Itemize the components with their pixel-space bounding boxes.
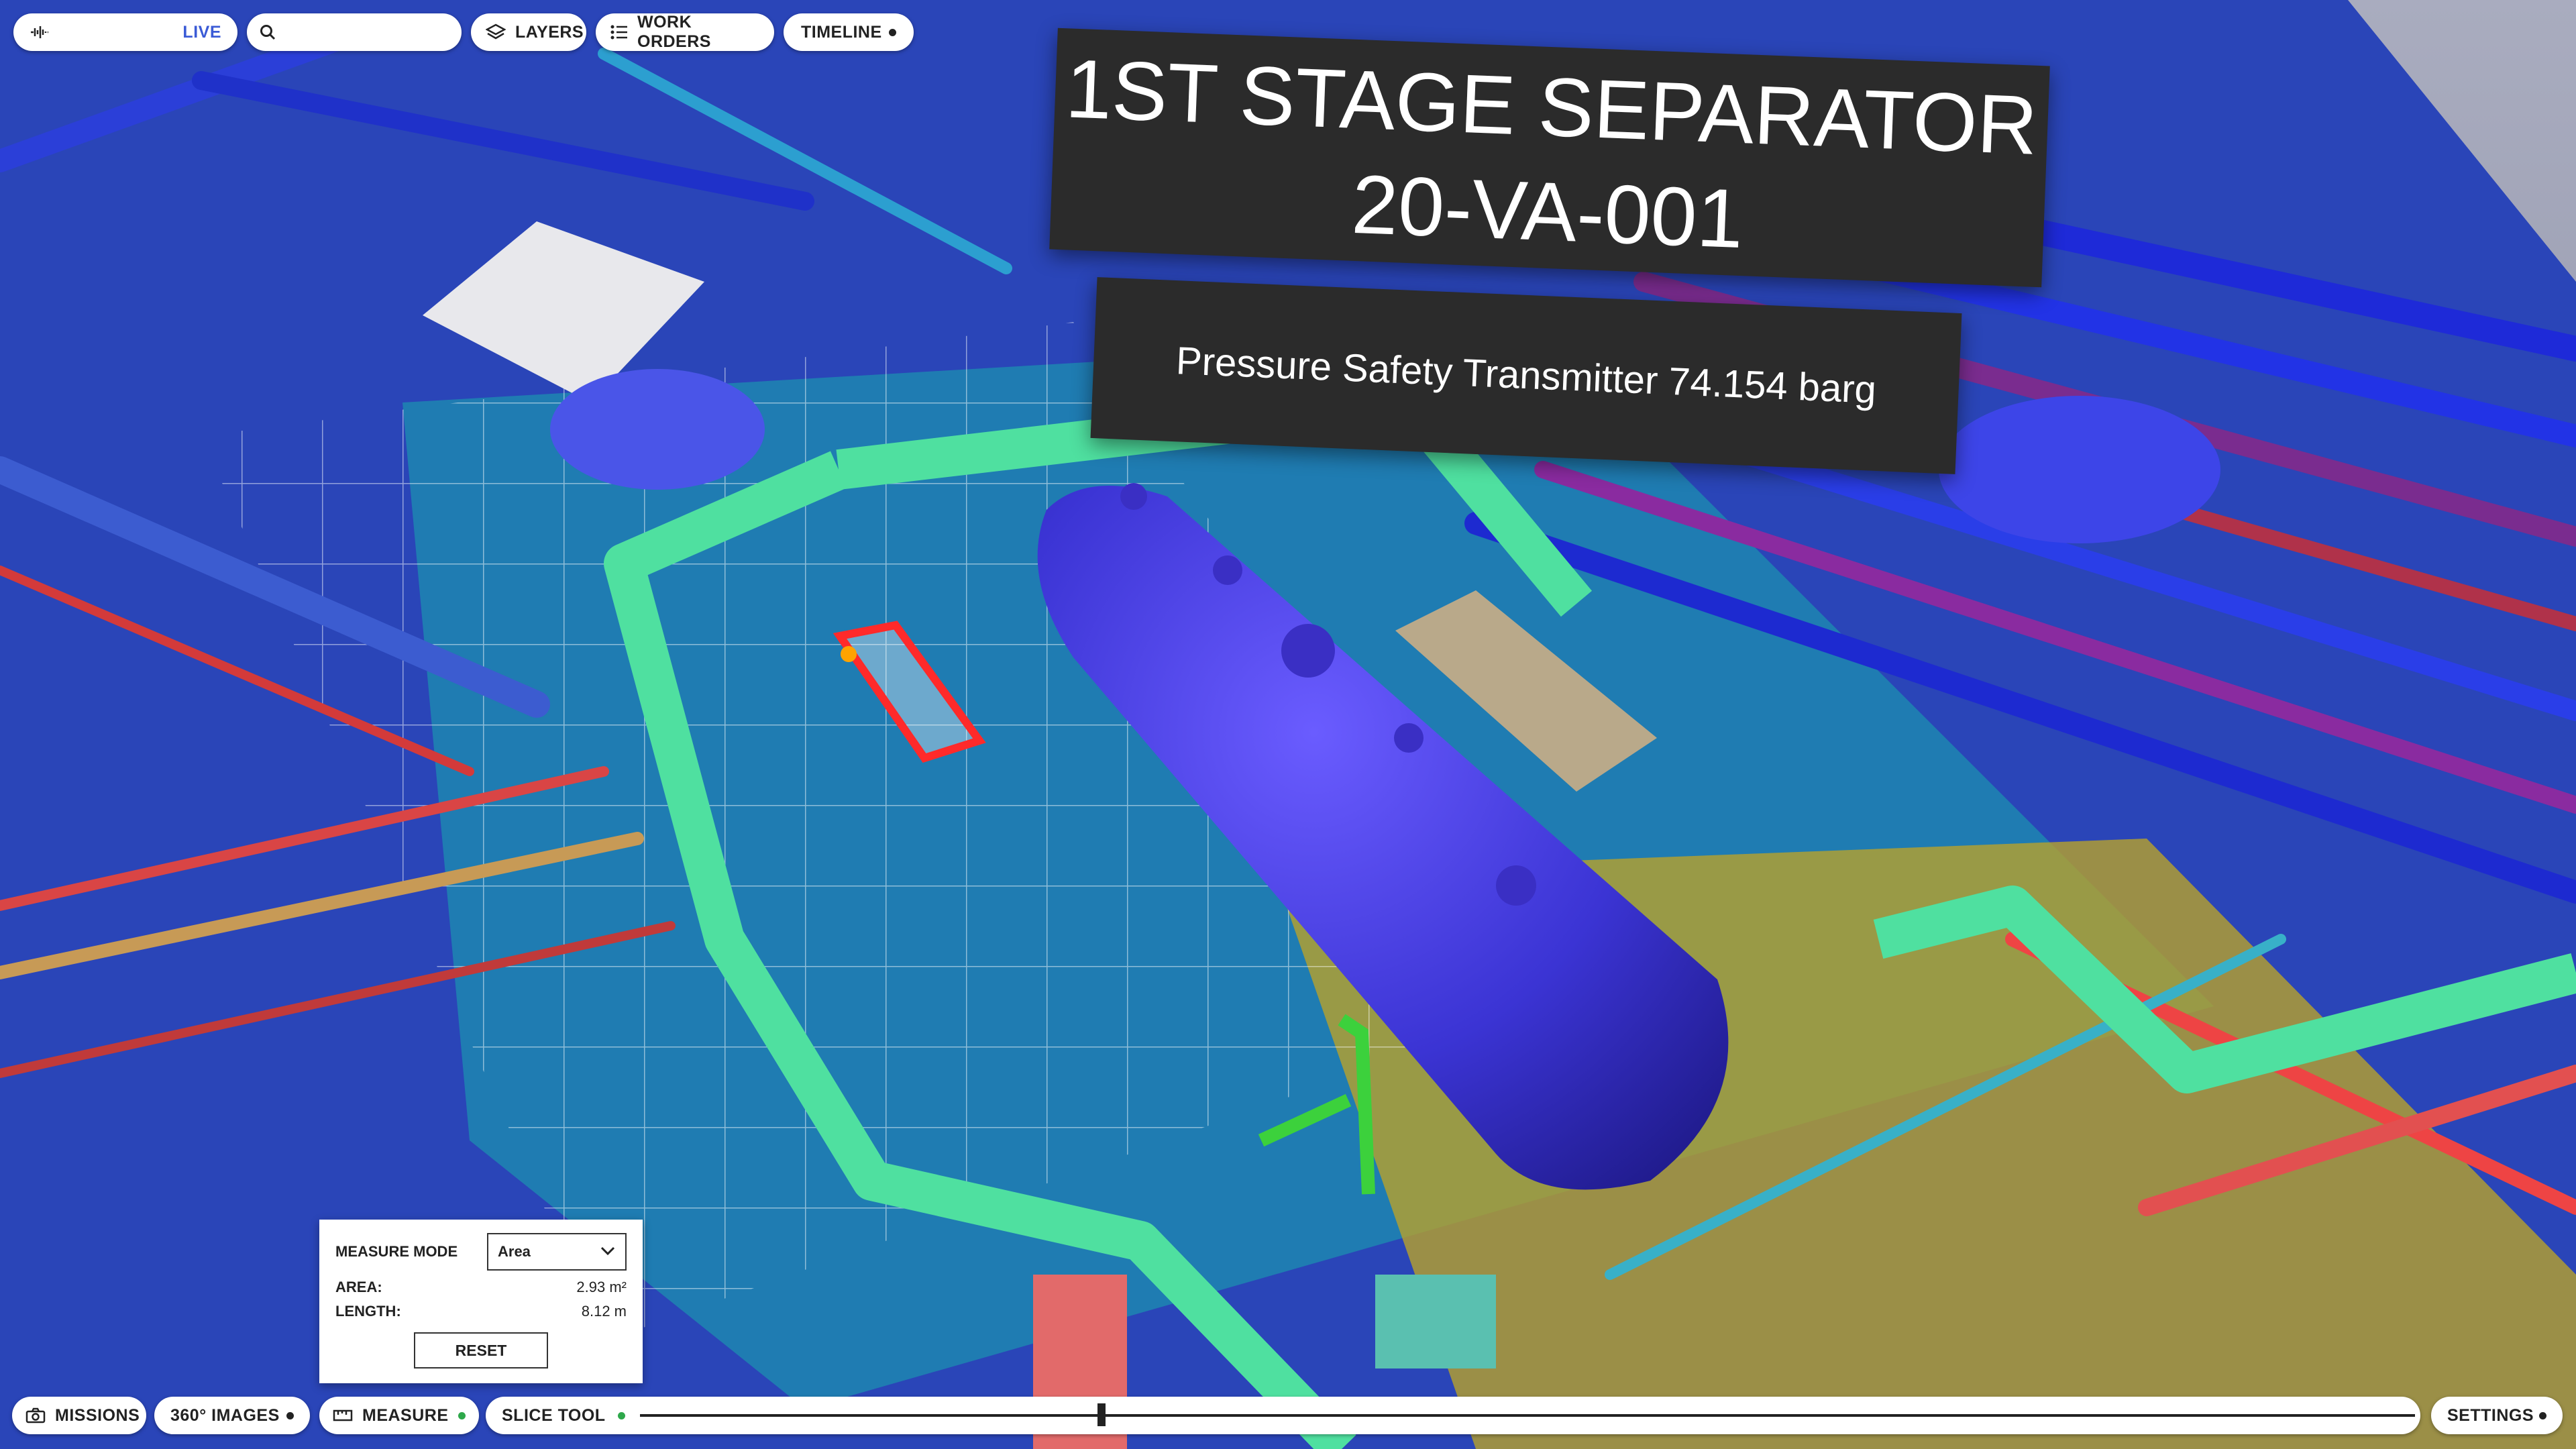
timeline-toggle[interactable]: TIMELINE [784,13,914,51]
equipment-box [1375,1275,1496,1368]
images-360-label: 360° IMAGES [170,1405,280,1425]
chevron-down-icon [600,1243,616,1260]
settings-button[interactable]: SETTINGS [2431,1397,2563,1434]
measure-mode-label: MEASURE MODE [335,1243,458,1260]
work-orders-button[interactable]: WORK ORDERS [596,13,774,51]
reset-button[interactable]: RESET [414,1332,548,1368]
measure-mode-row: MEASURE MODE Area [335,1233,627,1271]
images-360-toggle[interactable]: 360° IMAGES [154,1397,310,1434]
area-row: AREA: 2.93 m² [335,1279,627,1296]
area-label: AREA: [335,1279,382,1295]
missions-button[interactable]: MISSIONS [12,1397,146,1434]
camera-icon [25,1407,46,1424]
measure-label: MEASURE [362,1405,449,1425]
secondary-vessel [1939,396,2220,543]
layers-icon [486,23,506,42]
search-icon [259,23,276,41]
layers-label: LAYERS [515,22,584,42]
timeline-status-dot [889,28,896,36]
equipment-title-banner: 1ST STAGE SEPARATOR 20-VA-001 [1049,28,2050,288]
measure-mode-select[interactable]: Area [487,1233,627,1271]
measure-toggle[interactable]: MEASURE [319,1397,479,1434]
search-input[interactable] [284,22,441,42]
slice-tool-status-dot [617,1411,625,1419]
length-label: LENGTH: [335,1303,401,1320]
live-label: LIVE [182,22,221,42]
missions-label: MISSIONS [55,1405,140,1425]
slice-slider-track[interactable] [640,1414,2415,1417]
ruler-icon [333,1408,353,1423]
settings-label: SETTINGS [2447,1405,2534,1425]
measure-mode-value: Area [498,1243,531,1260]
timeline-label: TIMELINE [801,22,882,42]
slice-tool-label: SLICE TOOL [502,1405,606,1425]
search-box[interactable] [247,13,462,51]
secondary-vessel-left [550,369,765,490]
images-360-status-dot [286,1411,294,1419]
list-icon [610,25,628,40]
area-value: 2.93 m² [576,1279,627,1295]
live-indicator[interactable]: LIVE [13,13,237,51]
length-row: LENGTH: 8.12 m [335,1303,627,1320]
length-value: 8.12 m [581,1303,627,1320]
slice-slider-thumb[interactable] [1097,1403,1106,1426]
settings-status-dot [2539,1411,2546,1419]
work-orders-label: WORK ORDERS [637,13,711,51]
pressure-reading: Pressure Safety Transmitter 74.154 barg [1175,339,1878,412]
measure-panel: MEASURE MODE Area AREA: 2.93 m² LENGTH: … [319,1220,643,1383]
waveform-icon [30,25,50,40]
measure-status-dot [458,1411,466,1419]
layers-button[interactable]: LAYERS [471,13,586,51]
